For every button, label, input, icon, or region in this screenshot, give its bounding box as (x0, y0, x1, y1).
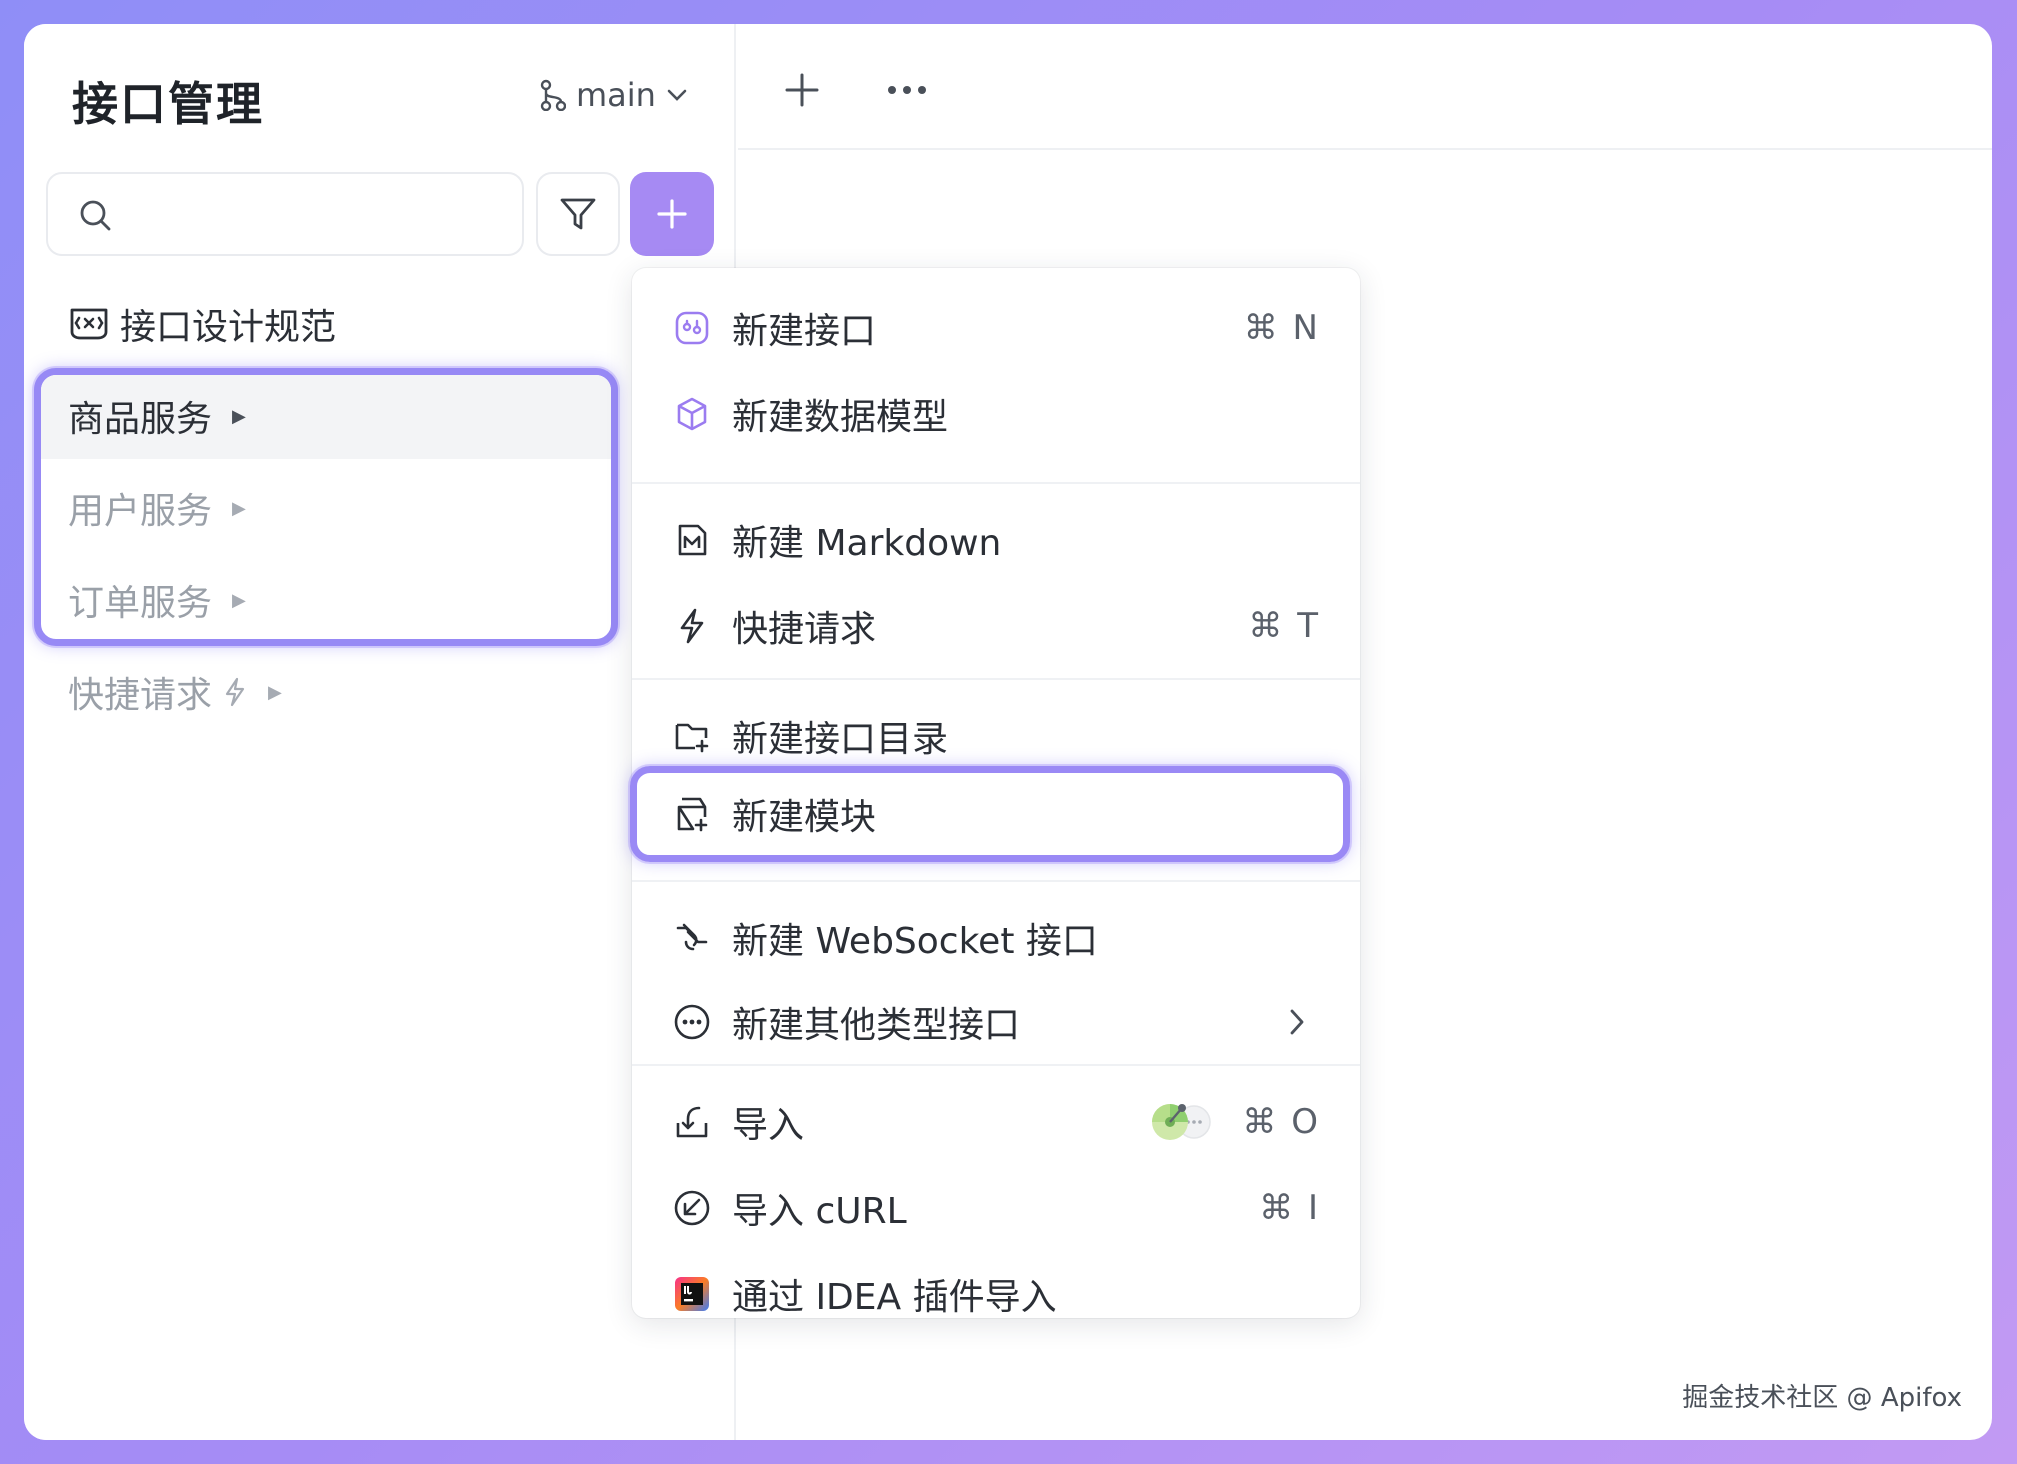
idea-icon (672, 1274, 712, 1314)
menu-item-label: 通过 IDEA 插件导入 (732, 1277, 1057, 1318)
menu-item-new-api-folder[interactable]: 新建接口目录 (632, 696, 1360, 776)
git-branch-icon (540, 79, 566, 111)
websocket-icon (672, 918, 712, 958)
menu-item-label: 导入 (732, 1105, 805, 1146)
bolt-icon (225, 677, 245, 707)
menu-item-new-markdown[interactable]: 新建 Markdown (632, 500, 1360, 580)
watermark: 掘金技术社区 @ Apifox (1682, 1383, 1962, 1413)
new-tab-plus-icon[interactable] (784, 72, 820, 108)
branch-selector[interactable]: main (540, 76, 688, 114)
highlight-new-module (630, 766, 1350, 862)
sidebar-item-label: 快捷请求 (68, 675, 213, 716)
import-sources-badge-icon (1152, 1104, 1211, 1140)
sidebar-item-label: 商品服务 (68, 399, 213, 440)
menu-divider (632, 880, 1360, 882)
tab-toolbar (738, 24, 1992, 150)
sidebar-item-label: 接口设计规范 (120, 307, 337, 348)
page-title: 接口管理 (72, 77, 264, 131)
menu-item-label: 新建数据模型 (732, 397, 949, 438)
api-spec-icon (70, 308, 108, 340)
markdown-icon (672, 520, 712, 560)
cube-icon (672, 394, 712, 434)
import-icon (672, 1102, 712, 1142)
chevron-right-icon (1290, 1009, 1304, 1035)
sidebar-item-order-service[interactable]: 订单服务 ▶ (68, 574, 246, 626)
menu-divider (632, 1064, 1360, 1066)
menu-item-import-idea-plugin[interactable]: 通过 IDEA 插件导入 (632, 1254, 1360, 1334)
shortcut-label: ⌘ O (1242, 1102, 1320, 1142)
folder-add-icon (672, 716, 712, 756)
sidebar-item-product-service[interactable]: 商品服务 ▶ (68, 390, 246, 442)
sidebar-item-user-service[interactable]: 用户服务 ▶ (68, 482, 246, 534)
plus-icon (657, 199, 687, 229)
app-window: 接口管理 main 接口设计规范 商品服务 ▶ 用户服务 ▶ 订单服务 ▶ 快捷… (24, 24, 1992, 1440)
menu-item-label: 新建接口 (732, 311, 877, 352)
menu-item-label: 新建接口目录 (732, 719, 949, 760)
more-circle-icon (672, 1002, 712, 1042)
caret-right-icon: ▶ (268, 681, 282, 703)
shortcut-label: ⌘ T (1248, 606, 1320, 646)
sidebar-item-api-spec[interactable]: 接口设计规范 (68, 298, 336, 350)
bolt-icon (672, 606, 712, 646)
menu-divider (632, 678, 1360, 680)
menu-item-import-curl[interactable]: 导入 cURL ⌘ I (632, 1168, 1360, 1248)
search-input[interactable] (46, 172, 524, 256)
menu-item-label: 快捷请求 (732, 609, 877, 650)
caret-right-icon: ▶ (232, 589, 246, 611)
caret-right-icon: ▶ (232, 405, 246, 427)
new-item-dropdown-menu: 新建接口 ⌘ N 新建数据模型 新建 Markdown 快捷请求 ⌘ T 新建接… (630, 268, 1360, 1318)
chevron-down-icon (667, 89, 687, 101)
sidebar-item-quick-request[interactable]: 快捷请求 ▶ (68, 666, 282, 718)
menu-item-import[interactable]: 导入 ⌘ O (632, 1082, 1360, 1162)
filter-button[interactable] (536, 172, 620, 256)
menu-item-new-other-api[interactable]: 新建其他类型接口 (632, 982, 1360, 1062)
caret-right-icon: ▶ (232, 497, 246, 519)
menu-item-label: 新建 Markdown (732, 523, 1002, 564)
menu-item-new-websocket-api[interactable]: 新建 WebSocket 接口 (632, 898, 1360, 978)
menu-divider (632, 482, 1360, 484)
curl-icon (672, 1188, 712, 1228)
sidebar-item-label: 用户服务 (68, 491, 213, 532)
sidebar: 接口管理 main 接口设计规范 商品服务 ▶ 用户服务 ▶ 订单服务 ▶ 快捷… (24, 24, 736, 1440)
menu-item-label: 导入 cURL (732, 1191, 907, 1232)
menu-item-quick-request[interactable]: 快捷请求 ⌘ T (632, 586, 1360, 666)
shortcut-label: ⌘ I (1259, 1188, 1320, 1228)
branch-name: main (576, 76, 656, 114)
shortcut-label: ⌘ N (1243, 308, 1320, 348)
api-icon (672, 308, 712, 348)
filter-icon (560, 198, 596, 230)
menu-item-label: 新建 WebSocket 接口 (732, 921, 1098, 962)
search-icon (80, 200, 111, 231)
sidebar-item-label: 订单服务 (68, 583, 213, 624)
menu-item-label: 新建其他类型接口 (732, 1005, 1021, 1046)
more-icon[interactable] (888, 86, 926, 94)
menu-item-new-api[interactable]: 新建接口 ⌘ N (632, 288, 1360, 368)
add-button[interactable] (630, 172, 714, 256)
menu-item-new-data-model[interactable]: 新建数据模型 (632, 374, 1360, 454)
